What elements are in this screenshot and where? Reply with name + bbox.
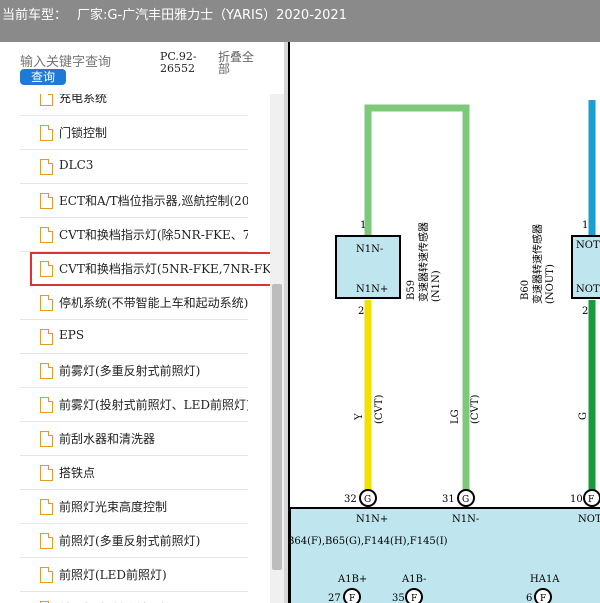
- tree-item-label: 充电系统: [59, 94, 108, 105]
- tree-item[interactable]: 前照灯光束高度控制: [20, 490, 248, 524]
- wire-lg-color-code: LG: [450, 409, 461, 424]
- b59-id: B59: [406, 280, 417, 300]
- tree-item[interactable]: 搭铁点: [20, 456, 248, 490]
- tree-item-label: 前照灯(多重反射式前照灯): [59, 534, 201, 548]
- tree-item[interactable]: 停机系统(不带智能上车和起动系统): [20, 286, 248, 320]
- b59-signal: (N1N): [431, 270, 442, 302]
- vehicle-model-value: 厂家:G-广汽丰田雅力士（YARIS）2020-2021: [77, 8, 347, 23]
- b60-signal: (NOUT): [545, 264, 556, 304]
- tree-item[interactable]: 充电系统: [20, 94, 248, 116]
- tree-item-label: 前照灯光束高度控制: [59, 500, 168, 514]
- wire-g-color-code: G: [578, 412, 589, 420]
- ecu-term-1-num: 32: [344, 494, 357, 505]
- wire-loop-n1n: [364, 104, 470, 504]
- wiring-diagram-canvas: 1 N1N- N1N+ 2 B59 变速器转速传感器 (N1N) 1 NOTO …: [290, 100, 600, 603]
- ecu-term-3-pin: NOTB: [578, 514, 600, 525]
- ecu-connectors: B64(F),B65(G),F144(H),F145(I): [290, 536, 448, 547]
- ecu-term-2-pin: N1N-: [452, 514, 479, 525]
- bottom-pin-2-label: A1B-: [401, 574, 427, 585]
- b59-pin-bottom: N1N+: [356, 284, 388, 295]
- document-icon: [40, 499, 53, 515]
- b60-id: B60: [520, 280, 531, 300]
- tree-item[interactable]: 前雾灯(投射式前照灯、LED前照灯): [20, 388, 248, 422]
- ecu-term-2-conn: G: [462, 495, 469, 505]
- b60-pin-top-num: 1: [582, 220, 588, 231]
- b59-pin-top: N1N-: [356, 244, 383, 255]
- document-code: PC.92-26552: [160, 50, 197, 75]
- b59-name: 变速器转速传感器: [417, 222, 430, 302]
- document-icon: [40, 193, 53, 209]
- wiring-diagram: 1 N1N- N1N+ 2 B59 变速器转速传感器 (N1N) 1 NOTO …: [288, 42, 600, 603]
- ecu-term-3-num: 10: [570, 494, 583, 505]
- sidebar-panel: 查询 PC.92-26552 折叠全部 充电系统 门锁控制 DLC3 ECT和A/T…: [0, 42, 284, 603]
- tree-item-label: CVT和换档指示灯(5NR-FKE,7NR-FK: [59, 262, 272, 276]
- tree-item-label: 前雾灯(多重反射式前照灯): [59, 364, 201, 378]
- tree-item[interactable]: 前照灯(多重反射式前照灯): [20, 524, 248, 558]
- b60-name: 变速器转速传感器: [531, 224, 544, 304]
- document-icon: [40, 227, 53, 243]
- search-button[interactable]: 查询: [20, 69, 66, 85]
- b60-pin-top: NOTO: [576, 240, 600, 251]
- bottom-pin-3-num: 6: [526, 593, 532, 603]
- document-icon: [40, 329, 53, 345]
- tree-item-label: 前刮水器和清洗器: [59, 432, 156, 446]
- document-icon: [40, 295, 53, 311]
- ecu-block: [290, 507, 600, 603]
- wire-lg-note: (CVT): [470, 395, 481, 424]
- tree-item-label: 门锁控制: [59, 126, 108, 140]
- b59-pin-top-num: 1: [360, 220, 366, 231]
- tree-item[interactable]: 前刮水器和清洗器: [20, 422, 248, 456]
- document-icon: [40, 431, 53, 447]
- tree-item-label: 搭铁点: [59, 466, 96, 480]
- tree-item-label: ECT和A/T档位指示器,巡航控制(2016: [59, 194, 248, 208]
- document-icon: [40, 465, 53, 481]
- document-icon: [40, 261, 53, 277]
- tree-item[interactable]: CVT和换档指示灯(5NR-FKE,7NR-FK: [30, 252, 274, 286]
- tree-item[interactable]: EPS: [20, 320, 248, 354]
- b60-pin-bottom: NOTB: [576, 284, 600, 295]
- document-tree: 充电系统 门锁控制 DLC3 ECT和A/T档位指示器,巡航控制(2016 CVT和换…: [0, 94, 274, 603]
- bottom-pin-2-num: 35: [392, 593, 405, 603]
- document-icon: [40, 567, 53, 583]
- document-icon: [40, 363, 53, 379]
- ecu-term-2-num: 31: [442, 494, 455, 505]
- tree-item[interactable]: DLC3: [20, 150, 248, 184]
- b59-pin-bottom-num: 2: [358, 306, 364, 317]
- tree-item[interactable]: 门锁控制: [20, 116, 248, 150]
- tree-item[interactable]: ECT和A/T档位指示器,巡航控制(2016: [20, 184, 248, 218]
- search-area: 查询 PC.92-26552 折叠全部: [0, 42, 284, 94]
- tree-item-label: 前雾灯(投射式前照灯、LED前照灯): [59, 398, 248, 412]
- scrollbar-thumb[interactable]: [272, 284, 282, 570]
- ecu-term-3-conn: F: [588, 495, 594, 505]
- bottom-pin-2-conn: F: [411, 594, 417, 603]
- ecu-term-1-pin: N1N+: [356, 514, 388, 525]
- collapse-all-button[interactable]: 折叠全部: [218, 51, 258, 75]
- bottom-pin-3-conn: F: [540, 594, 546, 603]
- tree-item-label: CVT和换档指示灯(除5NR-FKE、7NR: [59, 228, 248, 242]
- tree-item[interactable]: 前照灯(LED前照灯): [20, 558, 248, 592]
- tree-item-label: 前照灯(LED前照灯): [59, 568, 167, 582]
- bottom-pin-1-num: 27: [328, 593, 341, 603]
- sidebar-scrollbar[interactable]: [270, 94, 284, 603]
- b60-pin-bottom-num: 2: [582, 306, 588, 317]
- bottom-pin-1-label: A1B+: [337, 574, 367, 585]
- document-icon: [40, 533, 53, 549]
- bottom-pin-3-label: HA1A: [530, 574, 560, 585]
- wire-y-color-code: Y: [354, 413, 365, 421]
- document-icon: [40, 94, 53, 106]
- document-icon: [40, 159, 53, 175]
- bottom-pin-1-conn: F: [349, 594, 355, 603]
- tree-item-label: DLC3: [59, 158, 94, 172]
- tree-item[interactable]: CVT和换档指示灯(除5NR-FKE、7NR: [20, 218, 248, 252]
- wire-y-note: (CVT): [374, 395, 385, 424]
- vehicle-model-bar: 当前车型： 厂家:G-广汽丰田雅力士（YARIS）2020-2021: [0, 0, 600, 42]
- tree-item[interactable]: 前雾灯(多重反射式前照灯): [20, 354, 248, 388]
- document-icon: [40, 397, 53, 413]
- vehicle-model-label: 当前车型：: [2, 8, 68, 23]
- tree-item-label: 停机系统(不带智能上车和起动系统): [59, 296, 248, 310]
- tree-item[interactable]: 前照灯(投射式前照灯): [20, 592, 248, 603]
- ecu-term-1-conn: G: [364, 495, 371, 505]
- document-icon: [40, 125, 53, 141]
- tree-item-label: EPS: [59, 328, 85, 342]
